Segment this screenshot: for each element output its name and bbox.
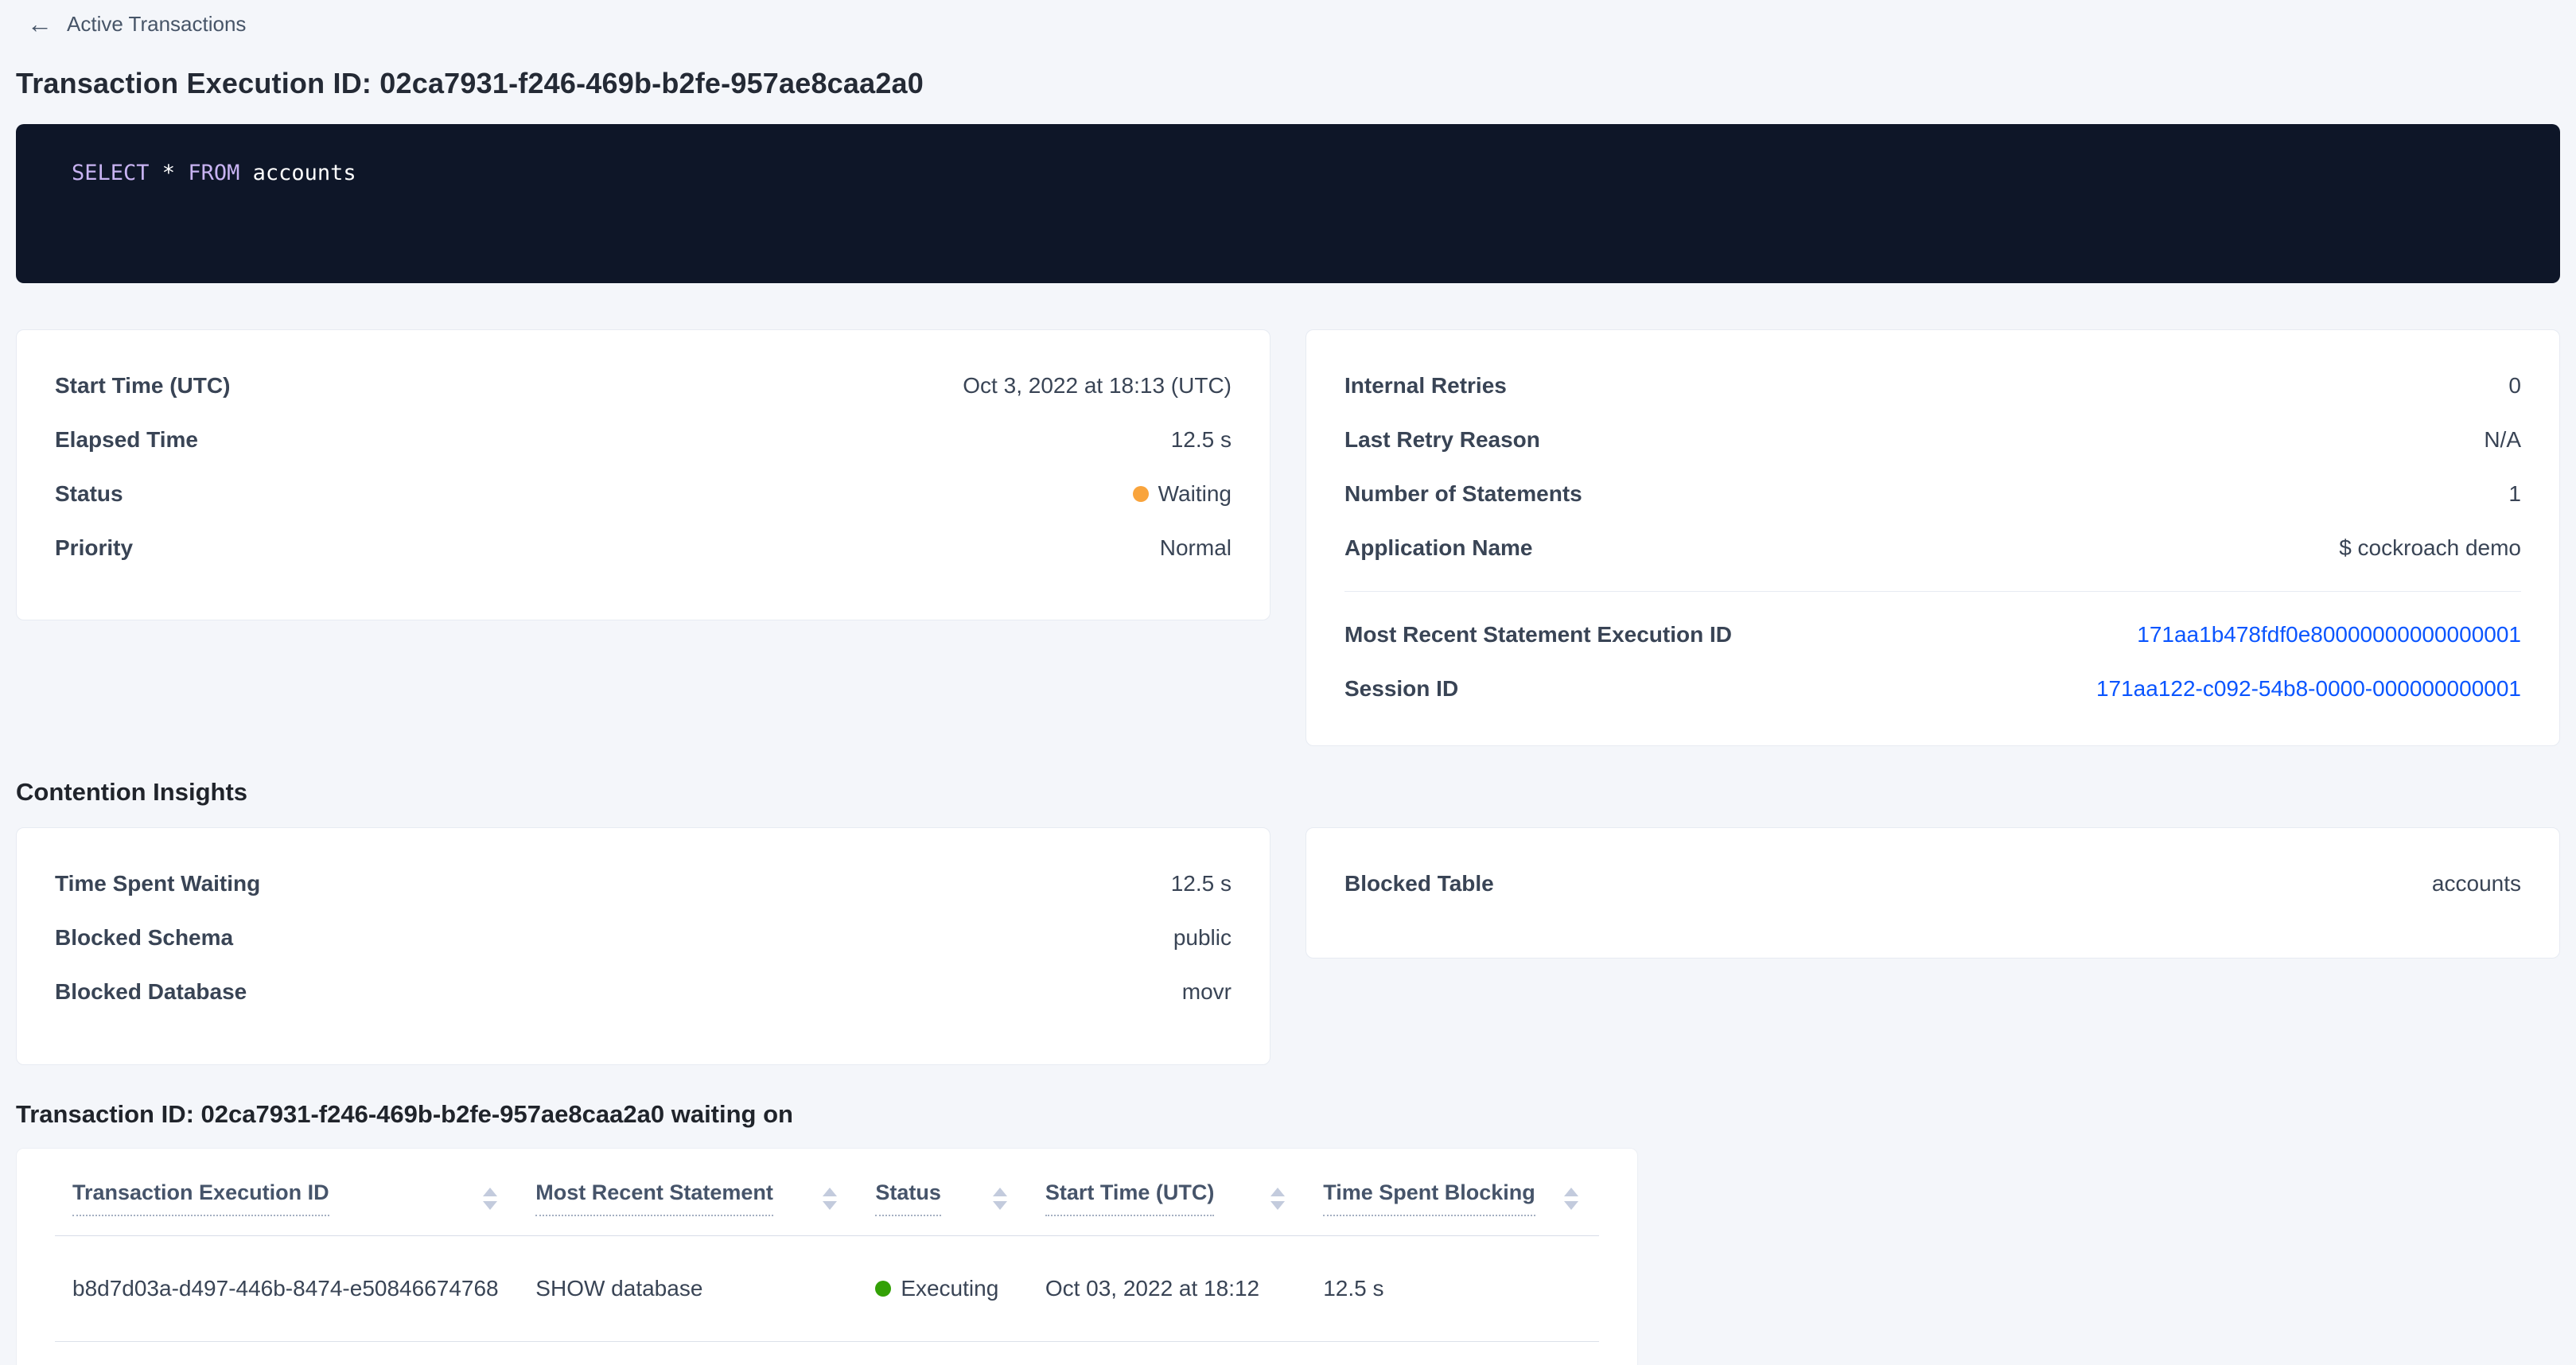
column-header-status[interactable]: Status	[858, 1180, 1028, 1236]
cell-time-spent-blocking: 12.5 s	[1306, 1236, 1599, 1342]
cell-transaction-execution-id: b8d7d03a-d497-446b-8474-e50846674768	[55, 1236, 518, 1342]
status-label: Executing	[901, 1276, 998, 1301]
summary-row-elapsed-time: Elapsed Time 12.5 s	[55, 413, 1232, 467]
status-badge: Waiting	[1133, 481, 1232, 507]
summary-row-start-time: Start Time (UTC) Oct 3, 2022 at 18:13 (U…	[55, 359, 1232, 413]
active-transaction-details-page: ← Active Transactions Transaction Execut…	[0, 0, 2576, 1365]
column-header-label: Transaction Execution ID	[72, 1180, 329, 1216]
contention-insights-title: Contention Insights	[16, 778, 2560, 807]
column-header-start-time[interactable]: Start Time (UTC)	[1028, 1180, 1306, 1236]
sql-statement-box: SELECT * FROM accounts	[16, 124, 2560, 283]
row-label: Most Recent Statement Execution ID	[1344, 622, 1732, 648]
page-title: Transaction Execution ID: 02ca7931-f246-…	[16, 67, 2560, 100]
summary-row-blocked-schema: Blocked Schema public	[55, 911, 1232, 965]
summary-card-contention-left: Time Spent Waiting 12.5 s Blocked Schema…	[16, 827, 1270, 1065]
column-header-time-spent-blocking[interactable]: Time Spent Blocking	[1306, 1180, 1599, 1236]
summary-row-status: Status Waiting	[55, 467, 1232, 521]
row-value: Normal	[1160, 535, 1232, 561]
cell-start-time: Oct 03, 2022 at 18:12	[1028, 1236, 1306, 1342]
back-link-label: Active Transactions	[67, 12, 246, 37]
summary-card-contention-right: Blocked Table accounts	[1306, 827, 2560, 959]
sort-icon[interactable]	[993, 1188, 1007, 1210]
table-row: b8d7d03a-d497-446b-8474-e50846674768 SHO…	[55, 1236, 1599, 1342]
summary-row-number-of-statements: Number of Statements 1	[1344, 467, 2521, 521]
status-executing-dot-icon	[875, 1281, 891, 1297]
column-header-label: Start Time (UTC)	[1045, 1180, 1215, 1216]
row-label: Start Time (UTC)	[55, 373, 230, 399]
column-header-label: Status	[875, 1180, 941, 1216]
waiting-on-table: Transaction Execution ID Most Recent Sta…	[55, 1180, 1599, 1342]
row-value: N/A	[2484, 427, 2521, 453]
row-value: 12.5 s	[1171, 427, 1232, 453]
sql-text: *	[150, 161, 189, 185]
row-label: Application Name	[1344, 535, 1532, 561]
column-header-transaction-execution-id[interactable]: Transaction Execution ID	[55, 1180, 518, 1236]
row-label: Internal Retries	[1344, 373, 1507, 399]
sort-icon[interactable]	[1564, 1188, 1578, 1210]
contention-cards-row: Time Spent Waiting 12.5 s Blocked Schema…	[16, 827, 2560, 1065]
column-header-label: Most Recent Statement	[535, 1180, 773, 1216]
summary-row-blocked-table: Blocked Table accounts	[1344, 857, 2521, 911]
row-label: Session ID	[1344, 676, 1458, 702]
column-header-label: Time Spent Blocking	[1323, 1180, 1535, 1216]
table-header-row: Transaction Execution ID Most Recent Sta…	[55, 1180, 1599, 1236]
summary-row-time-spent-waiting: Time Spent Waiting 12.5 s	[55, 857, 1232, 911]
summary-row-blocked-database: Blocked Database movr	[55, 965, 1232, 1019]
statement-execution-id-link[interactable]: 171aa1b478fdf0e80000000000000001	[2137, 622, 2521, 648]
sort-icon[interactable]	[1270, 1188, 1285, 1210]
summary-row-internal-retries: Internal Retries 0	[1344, 359, 2521, 413]
row-label: Number of Statements	[1344, 481, 1582, 507]
row-value: $ cockroach demo	[2339, 535, 2521, 561]
overview-cards-row: Start Time (UTC) Oct 3, 2022 at 18:13 (U…	[16, 329, 2560, 746]
row-value: 12.5 s	[1171, 871, 1232, 896]
row-value: public	[1173, 925, 1232, 951]
row-value: accounts	[2432, 871, 2521, 896]
row-label: Elapsed Time	[55, 427, 198, 453]
sort-icon[interactable]	[823, 1188, 837, 1210]
row-label: Last Retry Reason	[1344, 427, 1540, 453]
summary-row-statement-execution-id: Most Recent Statement Execution ID 171aa…	[1344, 608, 2521, 662]
row-value: movr	[1182, 979, 1232, 1005]
column-header-most-recent-statement[interactable]: Most Recent Statement	[518, 1180, 858, 1236]
row-value: Oct 3, 2022 at 18:13 (UTC)	[963, 373, 1232, 399]
row-value: 1	[2508, 481, 2521, 507]
summary-card-transaction-overview: Start Time (UTC) Oct 3, 2022 at 18:13 (U…	[16, 329, 1270, 620]
sql-text: accounts	[239, 161, 356, 185]
row-label: Blocked Table	[1344, 871, 1494, 896]
summary-card-statement-details: Internal Retries 0 Last Retry Reason N/A…	[1306, 329, 2560, 746]
row-label: Time Spent Waiting	[55, 871, 260, 896]
row-label: Blocked Database	[55, 979, 247, 1005]
row-label: Blocked Schema	[55, 925, 233, 951]
cell-most-recent-statement: SHOW database	[518, 1236, 858, 1342]
status-waiting-dot-icon	[1133, 486, 1149, 502]
row-label: Priority	[55, 535, 133, 561]
summary-row-session-id: Session ID 171aa122-c092-54b8-0000-00000…	[1344, 662, 2521, 716]
cell-status: Executing	[858, 1236, 1028, 1342]
sql-keyword: FROM	[188, 161, 239, 185]
waiting-on-title: Transaction ID: 02ca7931-f246-469b-b2fe-…	[16, 1100, 2560, 1129]
sort-icon[interactable]	[483, 1188, 497, 1210]
back-to-active-transactions-link[interactable]: ← Active Transactions	[27, 11, 246, 37]
summary-row-last-retry-reason: Last Retry Reason N/A	[1344, 413, 2521, 467]
card-divider	[1344, 591, 2521, 592]
summary-row-application-name: Application Name $ cockroach demo	[1344, 521, 2521, 575]
arrow-left-icon: ←	[27, 11, 53, 37]
waiting-on-table-card: Transaction Execution ID Most Recent Sta…	[16, 1148, 1638, 1365]
row-label: Status	[55, 481, 123, 507]
sql-keyword: SELECT	[72, 161, 150, 185]
summary-row-priority: Priority Normal	[55, 521, 1232, 575]
status-label: Waiting	[1158, 481, 1232, 507]
row-value: 0	[2508, 373, 2521, 399]
session-id-link[interactable]: 171aa122-c092-54b8-0000-000000000001	[2096, 676, 2521, 702]
